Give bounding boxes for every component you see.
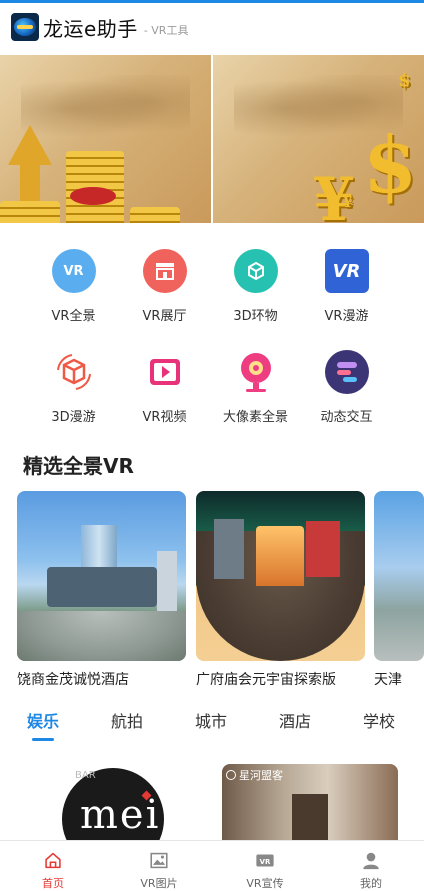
featured-card[interactable]: 饶商金茂诚悦酒店 (17, 491, 186, 689)
nav-label: 我的 (360, 877, 382, 890)
content-feed: BAR mei 星河盟客 (0, 764, 424, 844)
feed-card-logo-text: mei (80, 792, 161, 838)
vr-promo-icon: VR (256, 854, 274, 867)
image-icon (150, 852, 168, 869)
home-icon (45, 852, 61, 869)
feature-label: VR视频 (142, 410, 187, 425)
tab-entertainment[interactable]: 娱乐 (27, 708, 59, 732)
featured-card[interactable]: 广府庙会元宇宙探索版 (196, 491, 365, 689)
banner-image-right: ¥ $ $ ¥ (213, 55, 424, 223)
tab-aerial[interactable]: 航拍 (111, 708, 143, 732)
vr-video-icon (142, 350, 187, 394)
app-header: 龙运e助手 - VR工具 (0, 3, 424, 51)
feed-card-badge: BAR (75, 770, 96, 781)
nav-home[interactable]: 首页 (0, 841, 106, 891)
bottom-navigation: 首页 VR图片 VR VR宣传 我的 (0, 840, 424, 891)
feature-label: VR展厅 (142, 309, 187, 324)
app-logo (11, 13, 39, 41)
feature-3d-tour[interactable]: 3D漫游 (28, 350, 119, 425)
feature-label: 3D漫游 (51, 410, 96, 425)
featured-card[interactable]: 天津 (374, 491, 424, 689)
featured-card-caption: 天津 (374, 672, 402, 688)
feed-card[interactable]: 星河盟客 (222, 764, 398, 844)
feature-vr-video[interactable]: VR视频 (119, 350, 210, 425)
banner-image-left (0, 55, 211, 223)
3d-tour-icon (51, 350, 96, 394)
active-tab-indicator (32, 738, 54, 741)
nav-label: VR宣传 (246, 877, 284, 890)
feature-interactive[interactable]: 动态交互 (301, 350, 392, 425)
feature-label: 3D环物 (233, 309, 278, 324)
vr-showroom-icon (142, 249, 187, 293)
tab-hotel[interactable]: 酒店 (279, 708, 311, 732)
user-icon (363, 852, 379, 870)
interactive-icon (324, 350, 369, 394)
section-title-featured: 精选全景VR (23, 454, 134, 478)
feature-label: 动态交互 (320, 410, 373, 425)
featured-card-image (196, 491, 365, 661)
feature-label: 大像素全景 (222, 410, 288, 425)
feature-label: VR漫游 (324, 309, 369, 324)
svg-text:VR: VR (260, 858, 271, 866)
vr-tour-icon: VR (324, 249, 369, 293)
featured-card-caption: 广府庙会元宇宙探索版 (196, 672, 336, 688)
gigapixel-icon (233, 350, 278, 394)
feature-gigapixel[interactable]: 大像素全景 (210, 350, 301, 425)
feature-vr-panorama[interactable]: VR VR全景 (28, 249, 119, 324)
promo-banner[interactable]: ¥ $ $ ¥ (0, 55, 424, 223)
nav-vr-promo[interactable]: VR VR宣传 (212, 841, 318, 891)
feature-3d-object[interactable]: 3D环物 (210, 249, 301, 324)
nav-label: VR图片 (140, 877, 178, 890)
vr-panorama-icon: VR (51, 249, 96, 293)
app-subtitle: - VR工具 (143, 24, 189, 37)
nav-vr-images[interactable]: VR图片 (106, 841, 212, 891)
3d-object-icon (233, 249, 278, 293)
feed-card[interactable]: BAR mei (27, 764, 197, 844)
feed-card-badge: 星河盟客 (239, 769, 283, 782)
feature-vr-tour[interactable]: VR VR漫游 (301, 249, 392, 324)
category-tabs: 娱乐 航拍 城市 酒店 学校 (0, 708, 424, 744)
featured-card-image (374, 491, 424, 661)
tab-school[interactable]: 学校 (363, 708, 395, 732)
feature-label: VR全景 (51, 309, 96, 324)
featured-card-caption: 饶商金茂诚悦酒店 (17, 672, 129, 688)
nav-profile[interactable]: 我的 (318, 841, 424, 891)
tab-city[interactable]: 城市 (195, 708, 227, 732)
nav-label: 首页 (42, 877, 64, 890)
featured-carousel[interactable]: 饶商金茂诚悦酒店 广府庙会元宇宙探索版 天津 (17, 491, 424, 691)
app-title: 龙运e助手 (43, 16, 138, 41)
featured-card-image (17, 491, 186, 661)
feature-vr-showroom[interactable]: VR展厅 (119, 249, 210, 324)
